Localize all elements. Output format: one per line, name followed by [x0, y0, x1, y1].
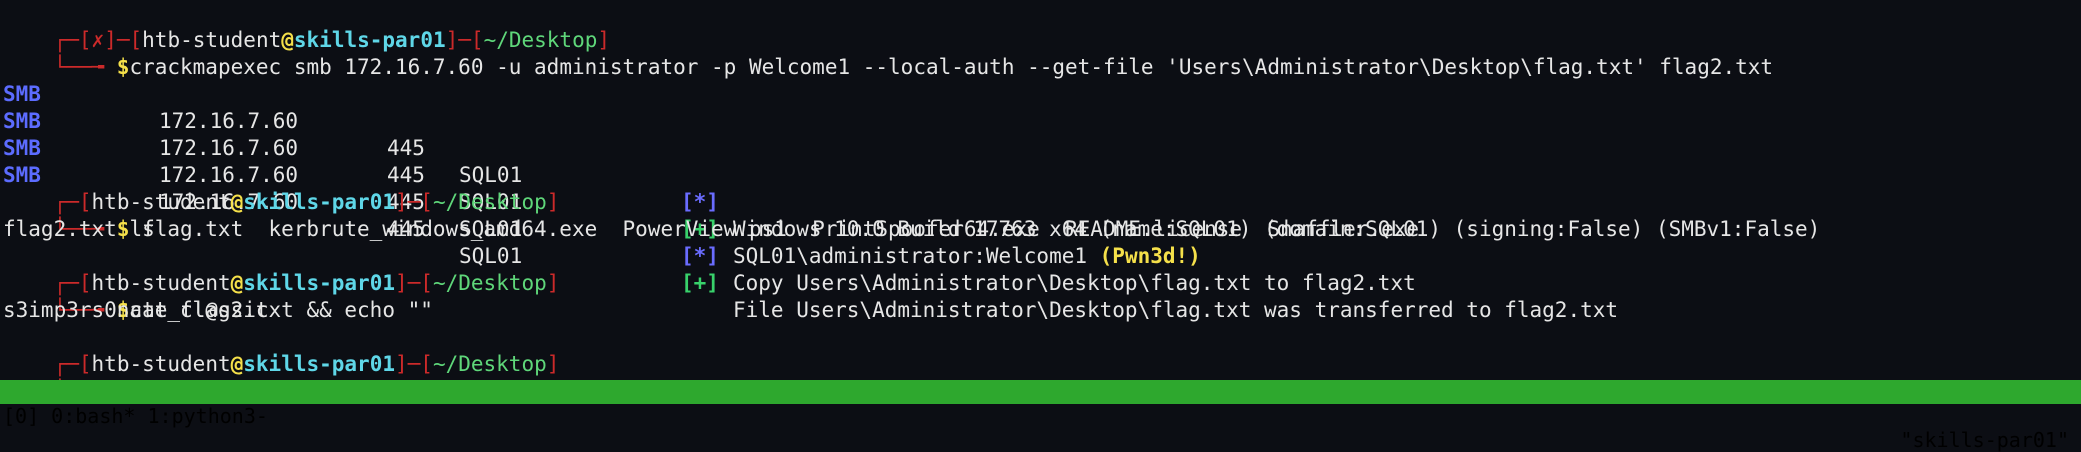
output-row: SMB 172.16.7.60 445 SQL01 [*] Windows 10… — [3, 54, 1820, 241]
command-line: └──╼ $ls — [53, 217, 155, 241]
prompt-line: ┌─[✗]─[htb-student@skills-par01]─[~/Desk… — [53, 28, 611, 52]
message-cell: File Users\Administrator\Desktop\flag.tx… — [733, 298, 1619, 322]
pwned-badge: (Pwn3d!) — [1099, 244, 1201, 268]
ip-cell: 172.16.7.60 — [159, 109, 299, 133]
prompt-host: skills-par01 — [243, 190, 395, 214]
port-cell: 445 — [387, 136, 425, 160]
output-row: SMB 172.16.7.60 445 SQL01 [+] File Users… — [3, 135, 1618, 322]
command-text: crackmapexec smb 172.16.7.60 -u administ… — [129, 55, 1774, 79]
prompt-line: ┌─[htb-student@skills-par01]─[~/Desktop] — [53, 352, 560, 376]
prompt-path: ~/Desktop — [432, 352, 547, 376]
output-row: SMB 172.16.7.60 445 SQL01 [+] SQL01\admi… — [3, 81, 1201, 268]
session-host-label: "skills-par01" — [1900, 428, 2069, 452]
flag-output: s3imp3rs0nate_cl@ssic — [3, 298, 269, 322]
prompt-path: ~/Desktop — [432, 190, 547, 214]
status-tag: [*] — [681, 244, 719, 268]
prompt-line: ┌─[htb-student@skills-par01]─[~/Desktop] — [53, 190, 560, 214]
output-row: SMB 172.16.7.60 445 SQL01 [*] Copy Users… — [3, 108, 1416, 295]
command-line: └──╼ $cat flag2.txt && echo "" — [53, 298, 433, 322]
status-tag: [*] — [681, 190, 719, 214]
tmux-status-bar: [0] 0:bash* 1:python3- "skills-par01" — [0, 380, 2081, 452]
status-tag: [+] — [681, 271, 719, 295]
prompt-host: skills-par01 — [243, 352, 395, 376]
command-line: └──╼ $crackmapexec smb 172.16.7.60 -u ad… — [53, 55, 1774, 79]
window-list[interactable]: [0] 0:bash* 1:python3- — [3, 404, 268, 428]
message-cell: Copy Users\Administrator\Desktop\flag.tx… — [733, 271, 1416, 295]
message-cell: SQL01\administrator:Welcome1 (Pwn3d!) — [733, 244, 1201, 268]
active-command-line[interactable]: └──╼ $ — [3, 351, 141, 380]
prompt-path: ~/Desktop — [432, 271, 547, 295]
terminal-window[interactable]: ┌─[✗]─[htb-student@skills-par01]─[~/Desk… — [0, 0, 2081, 380]
ip-cell: 172.16.7.60 — [159, 136, 299, 160]
ls-output: flag2.txt flag.txt kerbrute_windows_amd6… — [3, 217, 1420, 241]
prompt-line: ┌─[htb-student@skills-par01]─[~/Desktop] — [53, 271, 560, 295]
